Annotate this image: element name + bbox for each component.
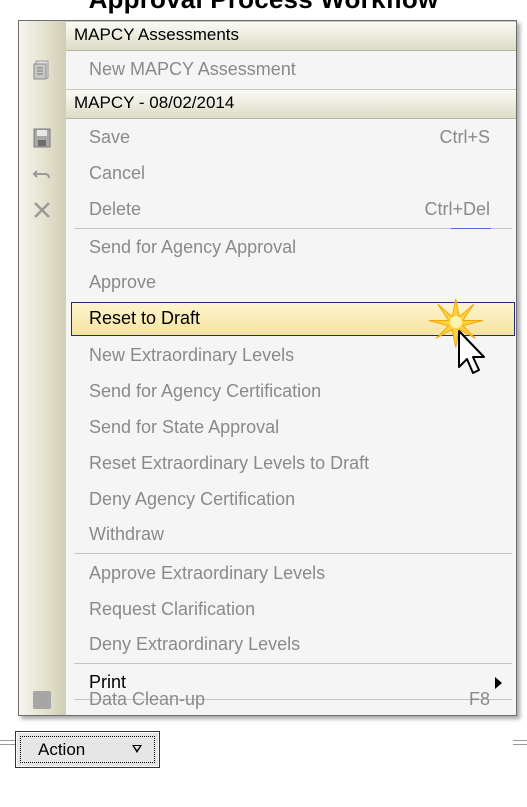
- menu-item-request-clarification[interactable]: Request Clarification: [19, 593, 516, 627]
- undo-icon: [32, 170, 50, 179]
- menu-item-label: New Extraordinary Levels: [89, 345, 295, 365]
- menu-item-label: Approve Extraordinary Levels: [89, 563, 326, 583]
- section-header-label: MAPCY - 08/02/2014: [74, 93, 235, 112]
- menu-item-send-agency-approval[interactable]: Send for Agency Approval: [19, 231, 516, 265]
- menu-item-label: Cancel: [89, 163, 146, 183]
- menu-item-label: Send for Agency Certification: [89, 381, 322, 401]
- shortcut-label: Ctrl+S: [439, 127, 490, 147]
- menu-item-delete[interactable]: Delete Ctrl+Del: [19, 193, 516, 227]
- action-button-label: Action: [38, 740, 86, 759]
- menu-item-save[interactable]: Save Ctrl+S: [19, 121, 516, 155]
- sparkle-icon: [428, 298, 483, 348]
- menu-item-label: New MAPCY Assessment: [89, 59, 296, 79]
- mouse-pointer-icon: [428, 298, 485, 374]
- menu-item-label: Approve: [89, 272, 157, 292]
- menu-item-label: Save: [89, 127, 131, 147]
- menu-separator: [74, 228, 512, 229]
- menu-item-label: Delete: [89, 199, 142, 219]
- menu-item-send-state-approval[interactable]: Send for State Approval: [19, 411, 516, 445]
- menu-item-label: Deny Agency Certification: [89, 489, 296, 509]
- menu-separator-accent: [451, 228, 491, 229]
- menu-item-deny-extraordinary-levels[interactable]: Deny Extraordinary Levels: [19, 628, 516, 662]
- menu-separator: [74, 553, 512, 554]
- section-header-label: MAPCY Assessments: [74, 25, 240, 44]
- dropdown-arrow-icon: [132, 745, 142, 753]
- menu-item-reset-extraordinary-to-draft[interactable]: Reset Extraordinary Levels to Draft: [19, 447, 516, 481]
- menu-item-label: Reset to Draft: [89, 308, 201, 328]
- save-disk-icon: [33, 128, 51, 148]
- menu-item-label: Send for Agency Approval: [89, 237, 297, 257]
- shortcut-label: F8: [468, 689, 490, 709]
- background-divider: [513, 740, 527, 741]
- new-document-icon: [33, 60, 49, 80]
- menu-item-label: Send for State Approval: [89, 417, 280, 437]
- menu-item-cancel[interactable]: Cancel: [19, 157, 516, 191]
- menu-item-deny-agency-certification[interactable]: Deny Agency Certification: [19, 483, 516, 517]
- menu-separator: [74, 663, 512, 664]
- menu-item-label: Reset Extraordinary Levels to Draft: [89, 453, 370, 473]
- menu-item-withdraw[interactable]: Withdraw: [19, 518, 516, 552]
- delete-x-icon: [34, 202, 50, 218]
- menu-item-label: Data Clean-up: [89, 689, 206, 709]
- menu-item-data-cleanup[interactable]: Data Clean-up F8: [19, 681, 516, 715]
- section-header-mapcy-date: MAPCY - 08/02/2014: [66, 89, 516, 119]
- background-divider: [513, 744, 527, 745]
- section-header-assessments: MAPCY Assessments: [66, 21, 516, 51]
- action-button[interactable]: Action: [15, 731, 160, 768]
- cleanup-square-icon: [33, 691, 51, 709]
- menu-item-label: Deny Extraordinary Levels: [89, 634, 301, 654]
- menu-item-approve-extraordinary-levels[interactable]: Approve Extraordinary Levels: [19, 557, 516, 591]
- page-heading: Approval Process Workflow: [0, 0, 527, 15]
- shortcut-label: Ctrl+Del: [424, 199, 490, 219]
- menu-item-label: Request Clarification: [89, 599, 256, 619]
- menu-item-new-assessment[interactable]: New MAPCY Assessment: [19, 53, 516, 87]
- menu-item-label: Withdraw: [89, 524, 165, 544]
